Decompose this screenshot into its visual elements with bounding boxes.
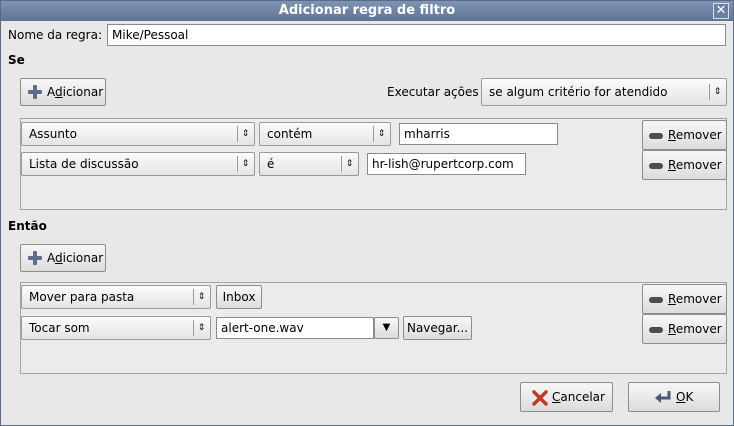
criteria-operator-select-1[interactable]: contém ⇕ (259, 122, 391, 146)
action-remove-button-1[interactable]: Remover (642, 284, 727, 314)
then-add-label: Adicionar (47, 251, 104, 265)
action-value: Mover para pasta (29, 290, 135, 304)
browse-button[interactable]: Navegar... (403, 316, 472, 340)
then-heading: Então (8, 219, 47, 233)
close-icon[interactable]: ✕ (713, 3, 729, 19)
updown-arrows-icon: ⇕ (377, 129, 386, 139)
combo-separator (341, 156, 342, 172)
dialog-window: Adicionar regra de filtro ✕ Nome da regr… (0, 0, 734, 426)
plus-icon (28, 85, 42, 99)
updown-arrows-icon: ⇕ (241, 129, 250, 139)
if-add-button[interactable]: Adicionar (20, 78, 106, 106)
remove-label: Remover (668, 322, 722, 336)
updown-arrows-icon: ⇕ (197, 323, 206, 333)
combo-separator (709, 84, 710, 100)
then-add-button[interactable]: Adicionar (20, 244, 106, 272)
updown-arrows-icon: ⇕ (197, 292, 206, 302)
remove-label: Remover (668, 128, 722, 142)
window-title: Adicionar regra de filtro (278, 3, 456, 18)
criteria-operator-value: é (267, 157, 275, 171)
ok-label: OK (676, 390, 694, 404)
combo-separator (193, 320, 194, 336)
action-remove-button-2[interactable]: Remover (642, 314, 727, 344)
criteria-operator-value: contém (267, 127, 313, 141)
title-bar: Adicionar regra de filtro ✕ (1, 1, 733, 21)
updown-arrows-icon: ⇕ (241, 159, 250, 169)
action-value: Tocar som (29, 321, 90, 335)
plus-icon (28, 251, 42, 265)
combo-separator (373, 126, 374, 142)
sound-file-input[interactable]: alert-one.wav (216, 317, 374, 339)
x-icon (532, 390, 548, 406)
triangle-down-icon: ▼ (382, 322, 391, 333)
combo-separator (237, 156, 238, 172)
criteria-operator-select-2[interactable]: é ⇕ (259, 152, 359, 176)
enter-icon (655, 391, 671, 403)
updown-arrows-icon: ⇕ (345, 159, 354, 169)
sound-dropdown-button[interactable]: ▼ (374, 317, 399, 339)
minus-icon (649, 132, 663, 139)
criteria-field-select-2[interactable]: Lista de discussão ⇕ (21, 152, 255, 176)
criteria-field-value: Assunto (29, 127, 77, 141)
remove-label: Remover (668, 158, 722, 172)
if-heading: Se (8, 53, 25, 67)
criteria-field-select-1[interactable]: Assunto ⇕ (21, 122, 255, 146)
criteria-value-input-1[interactable]: mharris (399, 123, 558, 145)
action-select-2[interactable]: Tocar som ⇕ (21, 316, 211, 340)
criteria-remove-button-2[interactable]: Remover (642, 150, 727, 180)
minus-icon (649, 296, 663, 303)
rule-name-input[interactable]: Mike/Pessoal (107, 24, 726, 46)
minus-icon (649, 162, 663, 169)
execute-label: Executar ações (387, 85, 479, 99)
combo-separator (237, 126, 238, 142)
criteria-value-input-2[interactable]: hr-lish@rupertcorp.com (367, 153, 526, 175)
cancel-button[interactable]: Cancelar (520, 382, 613, 412)
criteria-field-value: Lista de discussão (29, 157, 139, 171)
action-select-1[interactable]: Mover para pasta ⇕ (21, 285, 211, 309)
execute-select[interactable]: se algum critério for atendido ⇕ (481, 78, 727, 106)
execute-value: se algum critério for atendido (489, 85, 668, 99)
ok-button[interactable]: OK (628, 382, 720, 412)
updown-arrows-icon: ⇕ (713, 87, 722, 97)
remove-label: Remover (668, 292, 722, 306)
minus-icon (649, 326, 663, 333)
combo-separator (193, 289, 194, 305)
rule-name-label: Nome da regra: (8, 28, 102, 42)
criteria-remove-button-1[interactable]: Remover (642, 120, 727, 150)
folder-button[interactable]: Inbox (216, 285, 262, 309)
cancel-label: Cancelar (552, 390, 605, 404)
if-add-label: Adicionar (47, 85, 104, 99)
